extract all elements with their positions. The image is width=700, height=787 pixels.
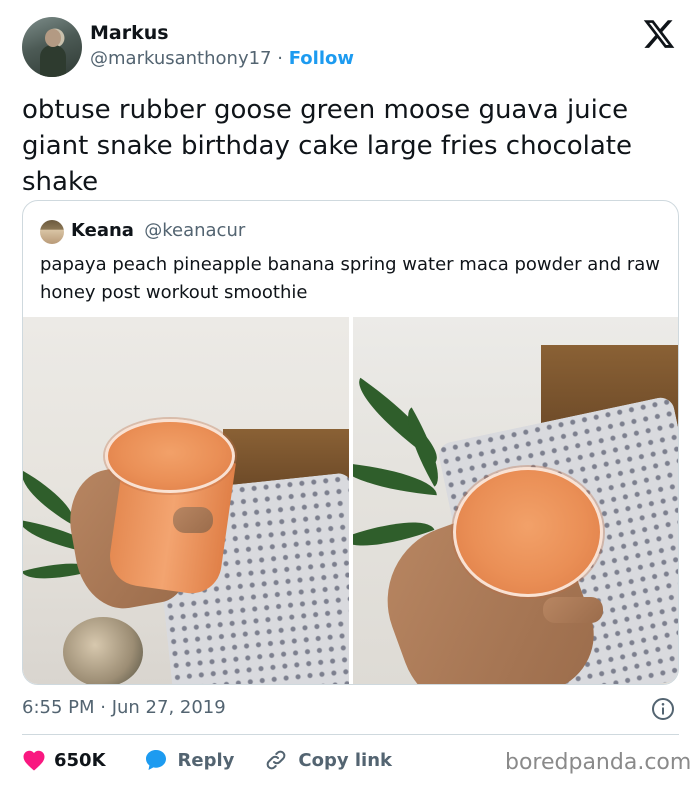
tweet-text: obtuse rubber goose green moose guava ju… [22, 95, 632, 197]
hand-fingers [173, 507, 213, 533]
photo-left[interactable] [23, 317, 349, 684]
photo-right[interactable] [353, 317, 678, 684]
divider [22, 734, 679, 735]
quote-author-handle: @keanacur [144, 220, 246, 241]
reply-label: Reply [177, 749, 235, 771]
quoted-tweet[interactable]: Keana @keanacur papaya peach pineapple b… [22, 200, 679, 685]
copy-link-label: Copy link [298, 749, 392, 771]
author-handle-row: @markusanthony17 · Follow [90, 48, 354, 69]
link-icon [267, 750, 286, 770]
author-name[interactable]: Markus [90, 22, 169, 44]
smoothie-glass [105, 419, 235, 493]
plant-leaf [353, 377, 451, 463]
quote-photos [23, 317, 678, 684]
author-handle[interactable]: @markusanthony17 [90, 48, 272, 69]
heart-icon [23, 750, 45, 771]
smoothie-glass [453, 467, 603, 597]
copy-link-button[interactable]: Copy link [264, 748, 392, 772]
quote-text: papaya peach pineapple banana spring wat… [40, 254, 661, 303]
follow-button[interactable]: Follow [289, 48, 354, 69]
avatar-figure-body [40, 45, 66, 77]
decor-bowl [63, 617, 143, 684]
author-avatar[interactable] [22, 17, 82, 77]
quote-author-avatar [40, 220, 64, 244]
reply-bubble-icon [145, 750, 166, 770]
avatar-figure-head [45, 29, 61, 47]
watermark: boredpanda.com [505, 750, 692, 775]
hand-fingers [543, 597, 603, 623]
action-bar: 650K Reply Copy link [22, 744, 392, 776]
handle-separator: · [277, 48, 283, 69]
tweet-timestamp[interactable]: 6:55 PM · Jun 27, 2019 [22, 697, 226, 718]
like-button[interactable]: 650K [22, 749, 106, 771]
quote-author-name: Keana [71, 220, 134, 241]
x-logo-icon[interactable] [641, 17, 677, 51]
quote-author-row: Keana @keanacur [71, 220, 245, 241]
reply-button[interactable]: Reply [144, 748, 235, 772]
info-icon[interactable] [651, 697, 675, 721]
like-count: 650K [54, 749, 106, 771]
